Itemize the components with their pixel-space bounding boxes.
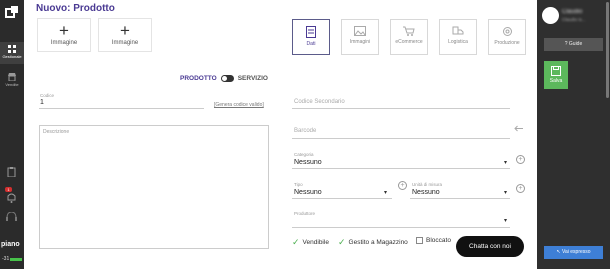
unita-label: Unità di misura: [412, 182, 443, 187]
guide-button[interactable]: ? Guide: [544, 38, 603, 51]
guide-label: Guide: [568, 41, 583, 47]
product-service-toggle[interactable]: PRODOTTO SERVIZIO: [180, 75, 268, 82]
tab-produzione[interactable]: Produzione: [488, 19, 526, 55]
image-upload-1[interactable]: + Immagine: [37, 18, 91, 52]
truck-icon: [452, 26, 464, 35]
check-icon: ✓: [292, 237, 300, 247]
gear-icon: [502, 27, 512, 36]
help-icon: ?: [564, 41, 568, 47]
clipboard-icon[interactable]: [7, 167, 16, 177]
bloccato-checkbox[interactable]: Bloccato: [416, 237, 451, 244]
tipo-underline: [292, 198, 392, 199]
toggle-switch[interactable]: [220, 75, 234, 82]
sidebar-item-label: Vendite: [5, 82, 19, 87]
left-rail: Gestionale Vendite 1 piano -31: [0, 0, 24, 269]
shop-icon: [8, 73, 16, 81]
tab-label: Logistica: [448, 39, 468, 45]
plan-days: -31: [2, 256, 10, 262]
categoria-label: Categoria: [294, 152, 314, 157]
tab-label: Produzione: [494, 40, 520, 46]
toggle-left-label: PRODOTTO: [180, 75, 217, 82]
descrizione-placeholder: Descrizione: [43, 129, 70, 135]
categoria-select[interactable]: Nessuno: [294, 159, 322, 166]
quick-label: Vai espresso: [562, 249, 591, 255]
plus-icon: +: [59, 21, 69, 40]
sidebar-item-gestionale[interactable]: Gestionale: [0, 42, 24, 64]
cart-icon: [403, 26, 415, 36]
sidebar-item-label: Gestionale: [2, 54, 22, 59]
main-content: Nuovo: Prodotto + Immagine + Immagine Da…: [24, 0, 537, 269]
check-label: Vendibile: [302, 239, 329, 246]
user-name: Claudio: [562, 9, 583, 15]
barcode-underline: [292, 138, 510, 139]
produttore-label: Produttore: [294, 211, 316, 216]
codice-secondario-underline: [292, 108, 510, 109]
tipo-label: Tipo: [294, 182, 303, 187]
tab-label: Dati: [306, 41, 316, 47]
save-button[interactable]: Salva: [544, 61, 568, 89]
chat-button[interactable]: Chatta con noi: [456, 236, 524, 257]
empty-checkbox-icon: [416, 237, 423, 244]
app-logo-icon[interactable]: [5, 5, 19, 19]
tipo-select[interactable]: Nessuno: [294, 189, 322, 196]
image-label: Immagine: [50, 40, 78, 46]
codice-label: Codice: [40, 93, 55, 98]
check-label: Gestito a Magazzino: [348, 239, 408, 246]
calculator-icon: [306, 26, 316, 38]
add-tipo-button[interactable]: +: [398, 181, 407, 190]
app-window: Gestionale Vendite 1 piano -31 Nuovo: Pr…: [0, 0, 610, 269]
barcode-input[interactable]: Barcode: [294, 128, 316, 134]
unita-underline: [410, 198, 510, 199]
tab-immagini[interactable]: Immagini: [341, 19, 379, 55]
plan-progress-bar: [10, 258, 22, 261]
image-upload-2[interactable]: + Immagine: [98, 18, 152, 52]
toggle-right-label: SERVIZIO: [237, 75, 268, 82]
chevron-down-icon[interactable]: ▾: [384, 189, 387, 196]
add-unita-button[interactable]: +: [516, 184, 525, 193]
codice-underline: [39, 108, 204, 109]
cursor-icon: ↖: [556, 249, 561, 255]
plus-icon: +: [120, 21, 130, 40]
add-categoria-button[interactable]: +: [516, 155, 525, 164]
check-label: Bloccato: [426, 237, 451, 244]
chevron-down-icon[interactable]: ▾: [504, 159, 507, 166]
descrizione-textarea[interactable]: Descrizione: [39, 125, 269, 249]
arrow-left-icon[interactable]: [514, 125, 523, 132]
categoria-underline: [292, 168, 510, 169]
user-subtitle: Claudio is...: [562, 17, 586, 22]
plan-label: piano: [1, 241, 20, 248]
vendibile-checkbox[interactable]: ✓ Vendibile: [292, 237, 329, 248]
tab-label: Immagini: [349, 39, 371, 45]
chevron-down-icon[interactable]: ▾: [504, 189, 507, 196]
page-title: Nuovo: Prodotto: [36, 3, 115, 14]
generate-code-link[interactable]: [Genera codice valido]: [214, 102, 264, 108]
right-panel: Claudio Claudio is... ? Guide Salva ↖ Va…: [537, 0, 610, 269]
image-icon: [354, 26, 366, 36]
gestito-magazzino-checkbox[interactable]: ✓ Gestito a Magazzino: [338, 237, 408, 248]
codice-input[interactable]: 1: [40, 99, 44, 106]
chevron-down-icon[interactable]: ▾: [504, 217, 507, 224]
avatar[interactable]: [542, 7, 559, 24]
image-label: Immagine: [111, 40, 139, 46]
unita-select[interactable]: Nessuno: [412, 189, 440, 196]
codice-secondario-input[interactable]: Codice Secondario: [294, 99, 345, 105]
produttore-underline: [292, 227, 510, 228]
floppy-icon: [551, 66, 561, 76]
tab-dati[interactable]: Dati: [292, 19, 330, 55]
tab-ecommerce[interactable]: eCommerce: [390, 19, 428, 55]
sidebar-item-vendite[interactable]: Vendite: [0, 70, 24, 92]
quick-mode-button[interactable]: ↖ Vai espresso: [544, 246, 603, 259]
grid-icon: [8, 45, 16, 53]
bell-icon[interactable]: [7, 192, 16, 203]
save-label: Salva: [549, 78, 563, 84]
tab-label: eCommerce: [395, 39, 423, 45]
scrollbar[interactable]: [605, 0, 610, 269]
tab-logistica[interactable]: Logistica: [439, 19, 477, 55]
check-icon: ✓: [338, 237, 346, 247]
headset-icon[interactable]: [6, 212, 17, 221]
